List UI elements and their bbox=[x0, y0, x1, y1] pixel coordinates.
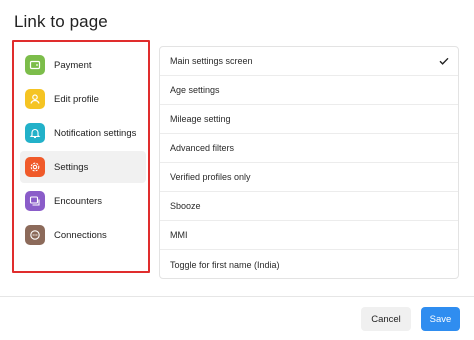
option-label: Verified profiles only bbox=[170, 172, 251, 182]
option-label: Main settings screen bbox=[170, 56, 253, 66]
option-main-settings-screen[interactable]: Main settings screen bbox=[160, 47, 458, 76]
footer-divider bbox=[0, 296, 474, 297]
menu-item-connections[interactable]: Connections bbox=[20, 219, 146, 251]
save-button[interactable]: Save bbox=[421, 307, 460, 331]
menu-item-payment[interactable]: Payment bbox=[20, 49, 146, 81]
menu-item-label: Encounters bbox=[54, 195, 103, 207]
menu-item-settings[interactable]: Settings bbox=[20, 151, 146, 183]
option-age-settings[interactable]: Age settings bbox=[160, 76, 458, 105]
chat-icon bbox=[25, 225, 45, 245]
checkmark-icon bbox=[439, 57, 449, 65]
option-label: Advanced filters bbox=[170, 143, 235, 153]
user-icon bbox=[25, 89, 45, 109]
option-mmi[interactable]: MMI bbox=[160, 221, 458, 250]
option-label: MMI bbox=[170, 230, 188, 240]
option-label: Sbooze bbox=[170, 201, 201, 211]
option-mileage-setting[interactable]: Mileage setting bbox=[160, 105, 458, 134]
gear-icon bbox=[25, 157, 45, 177]
menu-item-label: Connections bbox=[54, 229, 107, 241]
menu-item-label: Edit profile bbox=[54, 93, 99, 105]
bell-icon bbox=[25, 123, 45, 143]
menu-item-label: Settings bbox=[54, 161, 89, 173]
option-sbooze[interactable]: Sbooze bbox=[160, 192, 458, 221]
option-verified-profiles-only[interactable]: Verified profiles only bbox=[160, 163, 458, 192]
option-label: Mileage setting bbox=[170, 114, 231, 124]
option-label: Age settings bbox=[170, 85, 220, 95]
wallet-icon bbox=[25, 55, 45, 75]
menu-item-encounters[interactable]: Encounters bbox=[20, 185, 146, 217]
menu-item-edit-profile[interactable]: Edit profile bbox=[20, 83, 146, 115]
page-option-list: Main settings screen Age settings Mileag… bbox=[159, 46, 459, 279]
menu-item-label: Payment bbox=[54, 59, 92, 71]
menu-item-notification-settings[interactable]: Notification settings bbox=[20, 117, 146, 149]
dialog-title: Link to page bbox=[14, 12, 108, 31]
option-toggle-first-name-india[interactable]: Toggle for first name (India) bbox=[160, 250, 458, 278]
option-label: Toggle for first name (India) bbox=[170, 259, 280, 270]
cards-icon bbox=[25, 191, 45, 211]
menu-item-label: Notification settings bbox=[54, 127, 137, 139]
option-advanced-filters[interactable]: Advanced filters bbox=[160, 134, 458, 163]
page-category-list: Payment Edit profile Notification settin… bbox=[12, 40, 150, 273]
cancel-button[interactable]: Cancel bbox=[361, 307, 411, 331]
